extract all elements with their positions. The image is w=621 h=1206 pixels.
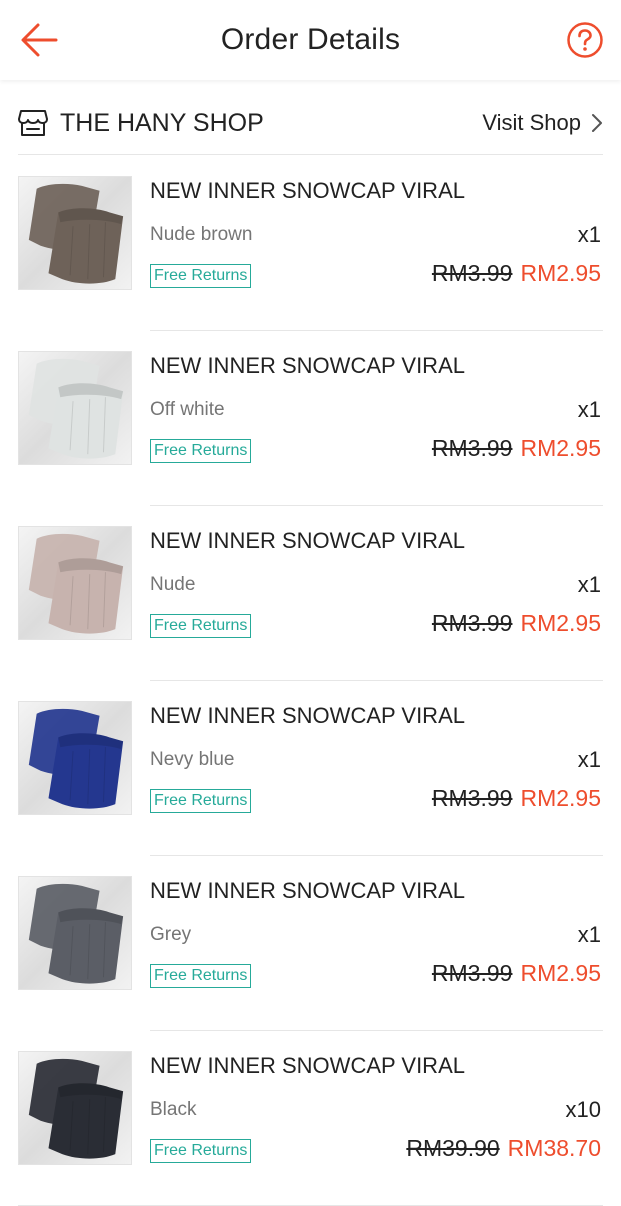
product-quantity: x1	[577, 397, 601, 422]
shop-icon	[18, 110, 48, 136]
discounted-price: RM2.95	[520, 260, 601, 286]
order-item[interactable]: NEW INNER SNOWCAP VIRAL Off white x1 Fre…	[18, 331, 603, 506]
product-variant: Grey	[150, 924, 192, 945]
product-variant: Nude brown	[150, 224, 253, 245]
product-quantity: x1	[577, 222, 601, 247]
product-image[interactable]	[18, 526, 132, 640]
arrow-left-icon	[21, 23, 58, 57]
product-quantity: x1	[577, 922, 601, 947]
shop-header: THE HANY SHOP Visit Shop	[18, 92, 603, 155]
price-group: RM3.99 RM2.95	[432, 435, 601, 462]
product-variant: Nude	[150, 574, 196, 595]
product-variant: Off white	[150, 399, 225, 420]
product-name: NEW INNER SNOWCAP VIRAL	[150, 1053, 465, 1078]
page-title: Order Details	[220, 23, 401, 56]
product-name: NEW INNER SNOWCAP VIRAL	[150, 353, 465, 378]
chevron-right-icon	[592, 114, 602, 132]
original-price: RM3.99	[431, 260, 513, 286]
original-price: RM3.99	[431, 960, 513, 986]
product-quantity: x1	[577, 747, 601, 772]
order-item[interactable]: NEW INNER SNOWCAP VIRAL Nevy blue x1 Fre…	[18, 681, 603, 856]
order-item[interactable]: NEW INNER SNOWCAP VIRAL Grey x1 Free Ret…	[18, 856, 603, 1031]
product-image[interactable]	[18, 176, 132, 290]
product-image[interactable]	[18, 701, 132, 815]
free-returns-badge: Free Returns	[150, 1139, 252, 1163]
visit-shop-label: Visit Shop	[482, 110, 581, 135]
original-price: RM3.99	[431, 610, 513, 636]
question-circle-icon	[567, 22, 603, 58]
price-group: RM39.90 RM38.70	[406, 1135, 601, 1162]
shop-name: THE HANY SHOP	[60, 108, 264, 137]
discounted-price: RM2.95	[520, 785, 601, 811]
product-variant: Nevy blue	[150, 749, 235, 770]
product-name: NEW INNER SNOWCAP VIRAL	[150, 878, 465, 903]
product-quantity: x1	[577, 572, 601, 597]
app-header: Order Details	[0, 0, 621, 80]
product-variant: Black	[150, 1099, 197, 1120]
product-name: NEW INNER SNOWCAP VIRAL	[150, 703, 465, 728]
help-button[interactable]	[566, 21, 604, 59]
price-group: RM3.99 RM2.95	[432, 610, 601, 637]
free-returns-badge: Free Returns	[150, 264, 252, 288]
free-returns-badge: Free Returns	[150, 439, 252, 463]
discounted-price: RM2.95	[520, 610, 601, 636]
free-returns-badge: Free Returns	[150, 614, 252, 638]
original-price: RM3.99	[431, 785, 513, 811]
product-image[interactable]	[18, 351, 132, 465]
product-name: NEW INNER SNOWCAP VIRAL	[150, 178, 465, 203]
original-price: RM39.90	[406, 1135, 500, 1161]
free-returns-badge: Free Returns	[150, 964, 252, 988]
order-item[interactable]: NEW INNER SNOWCAP VIRAL Nude x1 Free Ret…	[18, 506, 603, 681]
visit-shop-link[interactable]: Visit Shop	[482, 110, 603, 136]
free-returns-badge: Free Returns	[150, 789, 252, 813]
discounted-price: RM2.95	[520, 435, 601, 461]
original-price: RM3.99	[431, 435, 513, 461]
price-group: RM3.99 RM2.95	[432, 960, 601, 987]
product-quantity: x10	[565, 1097, 601, 1122]
price-group: RM3.99 RM2.95	[432, 260, 601, 287]
product-image[interactable]	[18, 876, 132, 990]
back-button[interactable]	[18, 20, 60, 60]
discounted-price: RM38.70	[507, 1135, 601, 1161]
product-name: NEW INNER SNOWCAP VIRAL	[150, 528, 465, 553]
price-group: RM3.99 RM2.95	[432, 785, 601, 812]
order-item[interactable]: NEW INNER SNOWCAP VIRAL Black x10 Free R…	[18, 1031, 603, 1206]
discounted-price: RM2.95	[520, 960, 601, 986]
order-item[interactable]: NEW INNER SNOWCAP VIRAL Nude brown x1 Fr…	[18, 156, 603, 331]
product-image[interactable]	[18, 1051, 132, 1165]
